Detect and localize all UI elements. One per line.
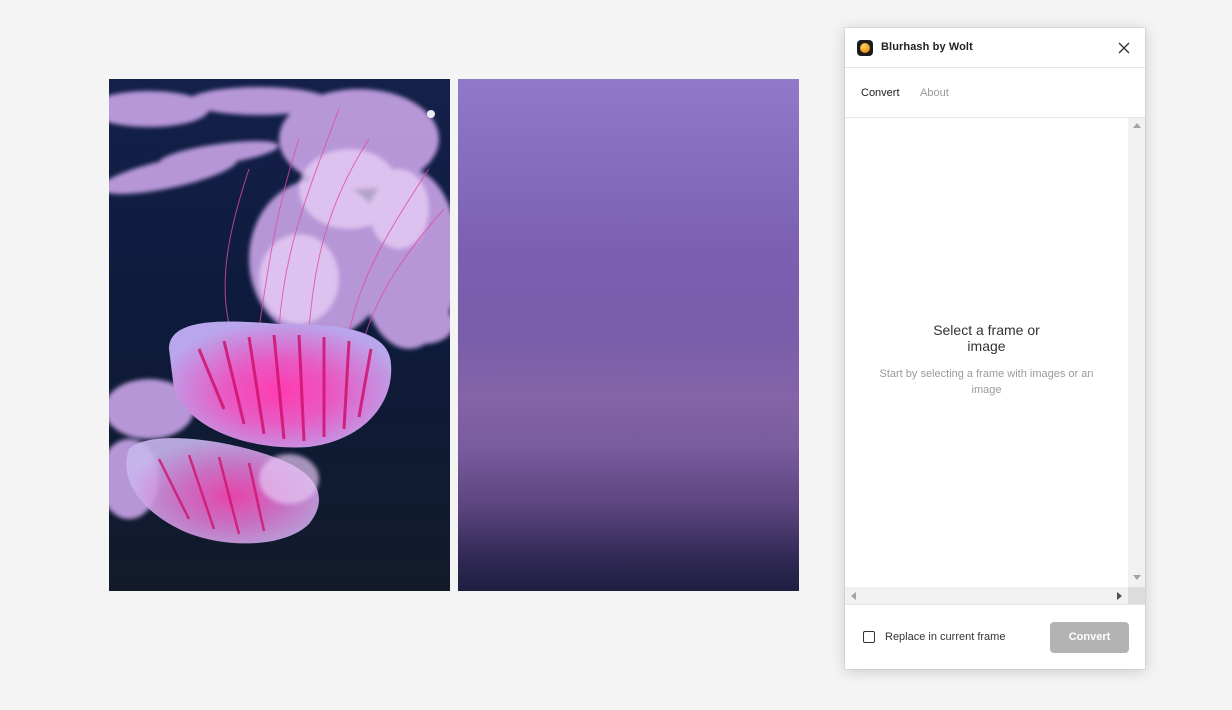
jellyfish-image-frame[interactable]	[109, 79, 450, 591]
convert-button[interactable]: Convert	[1050, 622, 1129, 653]
replace-in-frame-checkbox[interactable]	[863, 631, 875, 643]
plugin-window: Blurhash by Wolt Convert About Select a …	[845, 28, 1145, 669]
scroll-up-icon[interactable]	[1133, 123, 1141, 128]
empty-state-title: Select a frame or image	[933, 322, 1040, 354]
scroll-down-icon[interactable]	[1133, 575, 1141, 580]
figma-canvas[interactable]: Blurhash by Wolt Convert About Select a …	[0, 0, 1232, 710]
scroll-right-icon[interactable]	[1117, 592, 1122, 600]
replace-in-frame-label[interactable]: Replace in current frame	[885, 631, 1005, 643]
scrollbar-corner	[1128, 587, 1145, 604]
empty-state-subtitle: Start by selecting a frame with images o…	[879, 368, 1094, 396]
horizontal-scrollbar[interactable]	[845, 587, 1128, 604]
tab-convert[interactable]: Convert	[861, 87, 900, 99]
jellyfish-image	[109, 79, 450, 591]
scroll-left-icon[interactable]	[851, 592, 856, 600]
tab-about[interactable]: About	[920, 87, 949, 99]
tab-bar: Convert About	[845, 68, 1145, 118]
blurhash-preview-frame[interactable]	[458, 79, 799, 591]
blurhash-app-icon	[857, 40, 873, 56]
plugin-title: Blurhash by Wolt	[881, 41, 973, 53]
plugin-titlebar[interactable]: Blurhash by Wolt	[845, 28, 1145, 68]
plugin-content: Select a frame or image Start by selecti…	[845, 118, 1128, 587]
vertical-scrollbar[interactable]	[1128, 118, 1145, 587]
close-icon[interactable]	[1115, 39, 1133, 57]
plugin-footer: Replace in current frame Convert	[845, 604, 1145, 669]
